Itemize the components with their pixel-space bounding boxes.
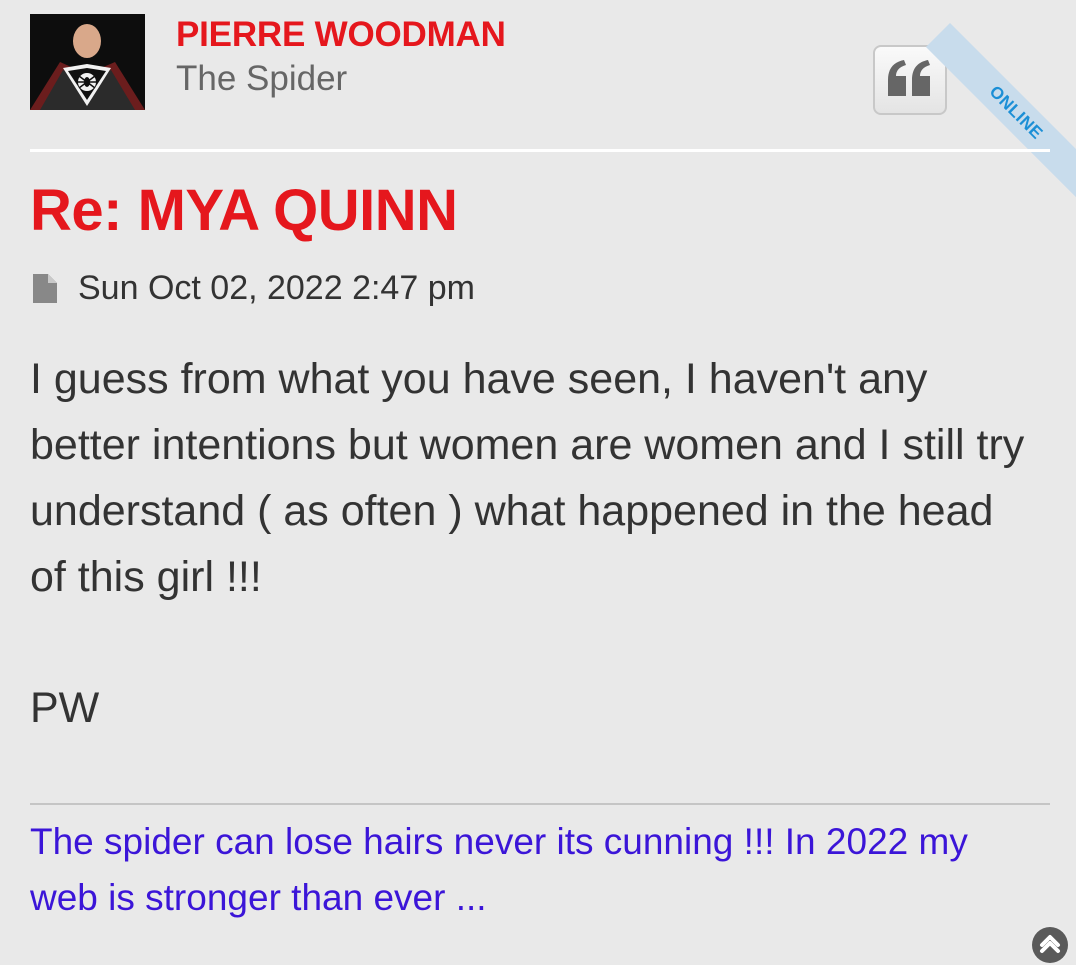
post-date: Sun Oct 02, 2022 2:47 pm [78, 268, 475, 307]
signature-divider [30, 803, 1050, 805]
header-divider [30, 149, 1050, 152]
online-badge: ONLINE [925, 23, 1076, 203]
file-icon[interactable] [30, 271, 60, 305]
user-rank: The Spider [176, 59, 348, 98]
signature[interactable]: The spider can lose hairs never its cunn… [30, 814, 1040, 926]
back-to-top-button[interactable] [1032, 927, 1068, 963]
quote-icon [888, 59, 932, 101]
post-text: I guess from what you have seen, I haven… [30, 355, 1025, 601]
chevron-up-icon [1039, 932, 1061, 959]
avatar[interactable] [30, 14, 145, 110]
post-title[interactable]: Re: MYA QUINN [30, 177, 458, 244]
username[interactable]: PIERRE WOODMAN [176, 15, 506, 55]
post-body: I guess from what you have seen, I haven… [30, 346, 1040, 741]
post-sign-off: PW [30, 684, 100, 732]
post-meta: Sun Oct 02, 2022 2:47 pm [30, 266, 475, 310]
